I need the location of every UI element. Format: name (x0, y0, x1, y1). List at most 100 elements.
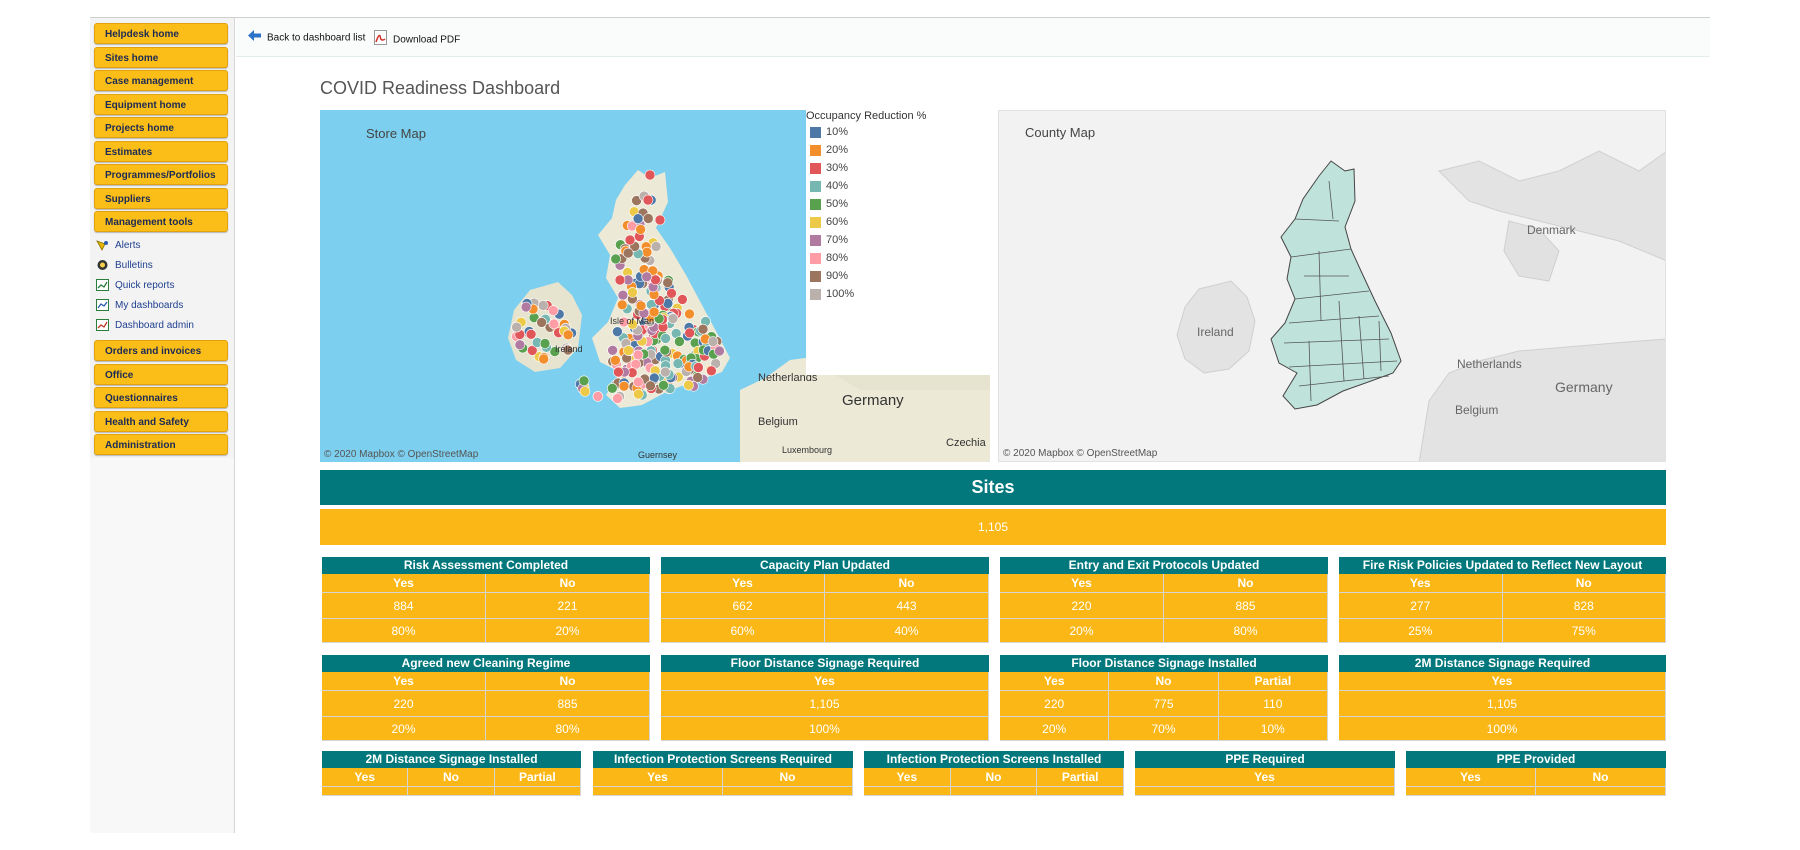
store-marker[interactable] (666, 288, 677, 299)
store-marker[interactable] (641, 246, 653, 258)
legend-label: 30% (826, 162, 849, 174)
store-marker[interactable] (693, 362, 704, 373)
store-marker[interactable] (659, 344, 671, 356)
legend-item[interactable]: 60% (810, 215, 848, 229)
sidebar-item-office[interactable]: Office (94, 364, 228, 385)
sidebar-item-orders-and-invoices[interactable]: Orders and invoices (94, 340, 228, 361)
store-marker[interactable] (632, 213, 644, 224)
store-marker[interactable] (539, 338, 551, 349)
sidebar-item-equipment-home[interactable]: Equipment home (94, 94, 228, 115)
download-pdf-link[interactable]: Download PDF (374, 30, 460, 50)
sidebar-link-alerts[interactable]: Alerts (96, 238, 141, 254)
store-marker[interactable] (633, 388, 644, 400)
legend-item[interactable]: 40% (810, 179, 848, 193)
store-marker[interactable] (683, 379, 694, 391)
sidebar-item-estimates[interactable]: Estimates (94, 141, 228, 162)
store-marker[interactable] (644, 169, 656, 181)
store-marker[interactable] (662, 277, 674, 288)
store-marker[interactable] (614, 274, 626, 286)
store-marker[interactable] (692, 372, 704, 383)
store-marker[interactable] (650, 241, 662, 252)
store-marker[interactable] (627, 287, 638, 298)
sidebar-item-programmes-portfolios[interactable]: Programmes/Portfolios (94, 164, 228, 185)
sidebar-item-suppliers[interactable]: Suppliers (94, 188, 228, 209)
pdf-label: Download PDF (393, 34, 461, 46)
store-marker[interactable] (672, 358, 684, 369)
legend-item[interactable]: 100% (810, 287, 854, 301)
store-marker[interactable] (635, 224, 646, 235)
store-marker[interactable] (660, 333, 671, 344)
store-marker[interactable] (684, 327, 696, 339)
store-marker[interactable] (697, 323, 709, 335)
legend-item[interactable]: 10% (810, 125, 848, 139)
sidebar-link-my-dashboards[interactable]: My dashboards (96, 298, 183, 314)
store-marker[interactable] (562, 329, 574, 341)
page-title: COVID Readiness Dashboard (320, 78, 561, 98)
store-marker[interactable] (641, 271, 653, 283)
store-marker[interactable] (674, 336, 685, 347)
store-marker[interactable] (714, 345, 725, 357)
store-marker[interactable] (537, 300, 549, 311)
store-marker[interactable] (579, 386, 591, 397)
sidebar-item-health-and-safety[interactable]: Health and Safety (94, 411, 228, 432)
sidebar-link-bulletins[interactable]: Bulletins (96, 258, 153, 274)
sidebar-item-case-management[interactable]: Case management (94, 70, 228, 91)
store-marker[interactable] (616, 299, 628, 311)
store-marker[interactable] (650, 274, 661, 286)
sidebar-link-dashboard-admin[interactable]: Dashboard admin (96, 318, 194, 334)
store-marker[interactable] (511, 321, 522, 333)
store-marker[interactable] (654, 214, 666, 226)
store-marker[interactable] (514, 339, 526, 351)
store-marker[interactable] (624, 234, 636, 246)
legend-item[interactable]: 20% (810, 143, 848, 157)
store-marker[interactable] (536, 317, 547, 328)
store-marker[interactable] (622, 247, 634, 259)
sidebar-item-administration[interactable]: Administration (94, 434, 228, 455)
store-marker[interactable] (677, 294, 688, 305)
store-marker[interactable] (612, 326, 623, 337)
store-marker[interactable] (684, 308, 695, 320)
sidebar-item-helpdesk-home[interactable]: Helpdesk home (94, 23, 228, 44)
map-label-ireland: Ireland (555, 344, 583, 354)
store-marker[interactable] (538, 353, 549, 365)
sidebar-link-quick-reports[interactable]: Quick reports (96, 278, 174, 294)
store-marker[interactable] (618, 380, 630, 392)
legend-swatch (810, 126, 821, 138)
legend-item[interactable]: 80% (810, 251, 848, 265)
sidebar-item-projects-home[interactable]: Projects home (94, 117, 228, 138)
store-marker[interactable] (606, 382, 618, 394)
store-marker[interactable] (659, 366, 671, 378)
store-marker[interactable] (610, 253, 622, 265)
store-marker[interactable] (645, 380, 656, 392)
store-marker[interactable] (613, 366, 624, 378)
store-marker[interactable] (525, 329, 537, 340)
store-marker[interactable] (642, 194, 654, 206)
store-marker[interactable] (658, 379, 669, 391)
store-marker[interactable] (612, 393, 623, 404)
store-marker[interactable] (607, 345, 618, 356)
store-marker[interactable] (623, 345, 634, 356)
sidebar-item-management-tools[interactable]: Management tools (94, 211, 228, 232)
store-marker[interactable] (592, 391, 604, 402)
store-marker[interactable] (667, 313, 679, 324)
store-marker[interactable] (617, 289, 629, 301)
back-to-dashboard-list-link[interactable]: Back to dashboard list (248, 30, 365, 46)
store-marker[interactable] (642, 213, 654, 224)
sidebar-item-questionnaires[interactable]: Questionnaires (94, 387, 228, 408)
store-marker[interactable] (706, 365, 717, 377)
legend-item[interactable]: 70% (810, 233, 848, 247)
sidebar-item-sites-home[interactable]: Sites home (94, 47, 228, 68)
occupancy-legend: Occupancy Reduction % 10% 20% 30% 40% 50% 60%… (806, 110, 990, 375)
store-marker[interactable] (578, 375, 590, 387)
store-marker[interactable] (707, 336, 719, 347)
legend-item[interactable]: 90% (810, 269, 848, 283)
legend-item[interactable]: 50% (810, 197, 848, 211)
legend-item[interactable]: 30% (810, 161, 848, 175)
store-marker[interactable] (520, 301, 532, 313)
store-marker[interactable] (548, 305, 559, 316)
county-map[interactable]: County Map Denmark Ireland Netherlands G… (998, 110, 1666, 462)
store-marker[interactable] (610, 355, 621, 366)
store-marker[interactable] (635, 300, 647, 312)
store-marker[interactable] (548, 318, 560, 330)
store-marker[interactable] (632, 376, 644, 388)
